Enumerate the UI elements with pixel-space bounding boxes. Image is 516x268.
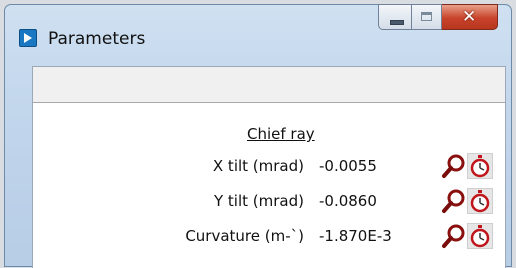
magnifier-icon[interactable] [441, 153, 467, 179]
toolbar-band [33, 67, 505, 103]
magnifier-icon[interactable] [441, 188, 467, 214]
title-bar[interactable]: Parameters ✕ [5, 4, 511, 67]
stopwatch-icon[interactable] [467, 153, 493, 179]
param-label: X tilt (mrad) [212, 157, 304, 175]
param-label: Y tilt (mrad) [214, 192, 304, 210]
window-client-area: Chief ray X tilt (mrad) -0.0055 Y tilt (… [32, 66, 506, 268]
param-value: -0.0055 [319, 157, 377, 175]
close-button[interactable]: ✕ [442, 4, 498, 30]
section-title: Chief ray [247, 125, 315, 143]
stopwatch-icon[interactable] [467, 223, 493, 249]
minimize-icon [390, 20, 404, 25]
app-icon[interactable] [19, 29, 37, 47]
param-value: -0.0860 [319, 192, 377, 210]
close-icon: ✕ [462, 7, 477, 27]
param-row-curvature: Curvature (m-`) -1.870E-3 [33, 223, 505, 249]
param-row-y-tilt: Y tilt (mrad) -0.0860 [33, 188, 505, 214]
minimize-button[interactable] [378, 4, 412, 30]
maximize-icon [421, 12, 432, 21]
stopwatch-icon[interactable] [467, 188, 493, 214]
magnifier-icon[interactable] [441, 223, 467, 249]
param-value: -1.870E-3 [319, 227, 392, 245]
param-label: Curvature (m-`) [185, 227, 304, 245]
maximize-button[interactable] [412, 4, 442, 30]
window-title: Parameters [48, 29, 146, 49]
param-row-x-tilt: X tilt (mrad) -0.0055 [33, 153, 505, 179]
caption-buttons: ✕ [378, 4, 498, 30]
app-icon-glyph [24, 33, 32, 43]
parameters-window: Parameters ✕ Chief ray X tilt (mrad) -0.… [4, 4, 512, 268]
